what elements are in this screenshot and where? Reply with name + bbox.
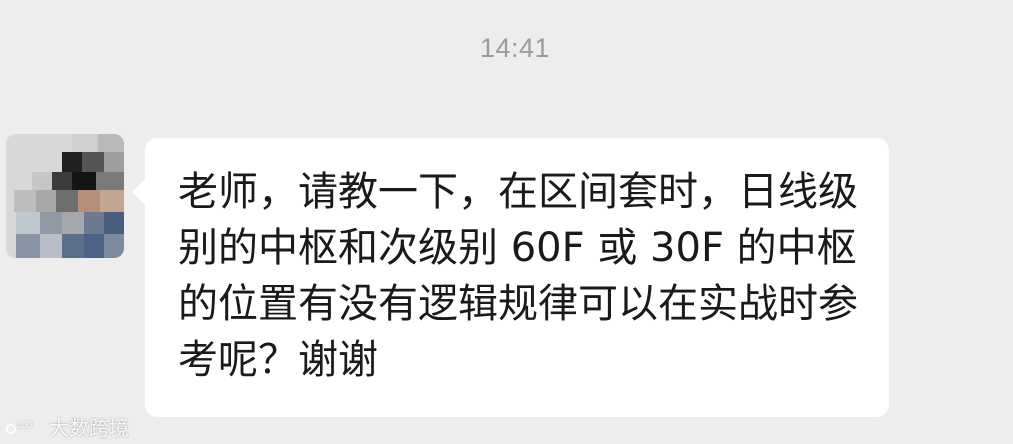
avatar-pixel-block [40, 234, 62, 258]
avatar-pixel-block [82, 152, 104, 172]
avatar-pixel-block [96, 172, 124, 190]
avatar-pixel-block [78, 190, 100, 212]
bubble-tail [132, 178, 146, 206]
sender-avatar[interactable] [6, 134, 124, 258]
avatar-pixel-block [16, 234, 40, 258]
avatar-pixel-block [72, 172, 96, 190]
message-bubble[interactable]: 老师，请教一下，在区间套时，日线级别的中枢和次级别 60F 或 30F 的中枢的… [132, 138, 889, 417]
avatar-pixel-block [14, 190, 36, 212]
watermark: 100 大数跨境 [6, 412, 129, 441]
avatar-pixel-block [84, 212, 104, 234]
avatar-pixel-block [40, 212, 62, 234]
bubble-body: 老师，请教一下，在区间套时，日线级别的中枢和次级别 60F 或 30F 的中枢的… [145, 138, 889, 417]
avatar-pixel-block [62, 152, 82, 172]
avatar-pixel-block [104, 212, 124, 234]
avatar-pixel-block [98, 134, 124, 152]
avatar-pixel-block [62, 212, 84, 234]
avatar-pixel-block [52, 172, 72, 190]
avatar-pixel-block [100, 190, 124, 212]
watermark-text: 大数跨境 [49, 416, 129, 440]
watermark-logo-svg: 100 [6, 420, 33, 434]
watermark-logo-icon: 100 [6, 417, 44, 437]
avatar-pixel-block [104, 234, 124, 258]
watermark-logo-text: 100 [16, 420, 33, 431]
message-text[interactable]: 老师，请教一下，在区间套时，日线级别的中枢和次级别 60F 或 30F 的中枢的… [178, 164, 868, 388]
avatar-pixel-block [32, 172, 52, 190]
avatar-pixel-block [16, 212, 40, 234]
avatar-pixel-block [72, 134, 98, 152]
avatar-pixel-block [36, 190, 56, 212]
avatar-pixel-block [62, 234, 84, 258]
avatar-pixel-block [84, 234, 104, 258]
avatar-pixel-block [104, 152, 124, 172]
avatar-pixel-block [56, 190, 78, 212]
message-timestamp: 14:41 [479, 33, 551, 63]
